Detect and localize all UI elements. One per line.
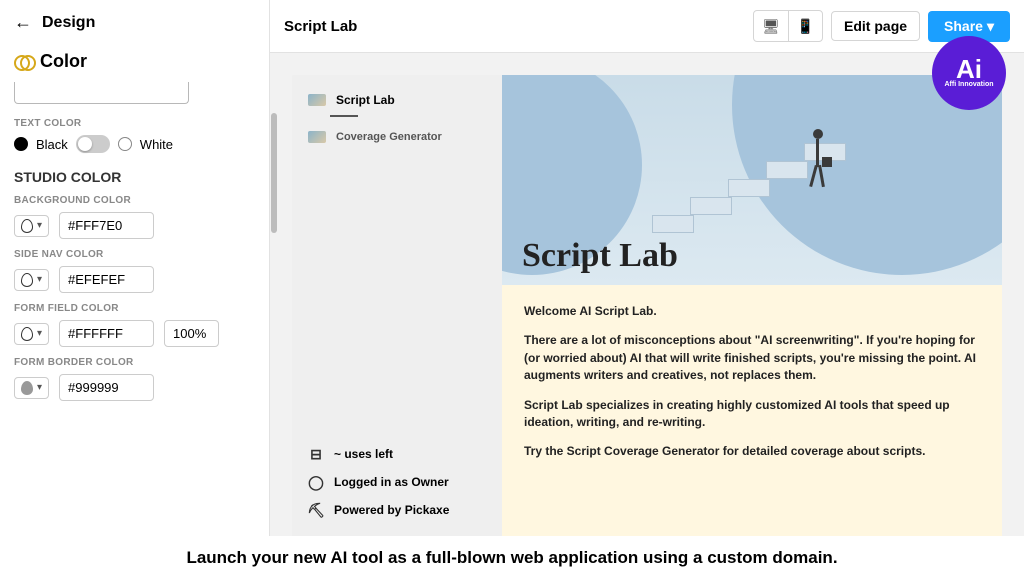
bg-hex-input[interactable] [59, 212, 154, 239]
preview-content: Script Lab Welcome AI Script Lab. There … [502, 75, 1002, 536]
meter-icon: ⊟ [308, 446, 324, 462]
sidenav-color-picker[interactable]: ▾ [14, 269, 49, 291]
intro-p2: There are a lot of misconceptions about … [524, 332, 980, 384]
intro-p4: Try the Script Coverage Generator for de… [524, 443, 980, 460]
color-rings-icon [14, 52, 34, 72]
sidenav-hex-input[interactable] [59, 266, 154, 293]
chevron-down-icon: ▾ [37, 382, 42, 393]
bg-color-picker[interactable]: ▾ [14, 215, 49, 237]
nav-item-label: Coverage Generator [336, 131, 442, 143]
formfield-opacity-input[interactable] [164, 320, 219, 347]
marketing-caption: Launch your new AI tool as a full-blown … [0, 548, 1024, 568]
edit-page-button[interactable]: Edit page [831, 11, 920, 41]
nav-item-label: Script Lab [336, 93, 395, 107]
nav-underline [330, 115, 358, 117]
drop-icon [21, 219, 33, 233]
preview-side-nav: Script Lab Coverage Generator ⊟ ~ uses le… [292, 75, 502, 536]
design-panel: ← Design Color TEXT COLOR Black White ST… [0, 0, 270, 536]
chevron-down-icon: ▾ [37, 220, 42, 231]
nav-icon [308, 131, 326, 143]
site-preview: Script Lab Coverage Generator ⊟ ~ uses le… [292, 75, 1002, 536]
chevron-down-icon: ▾ [37, 328, 42, 339]
logged-in-label: Logged in as Owner [334, 475, 449, 489]
design-title: Design [42, 14, 95, 32]
nav-icon [308, 94, 326, 106]
formfield-hex-input[interactable] [59, 320, 154, 347]
intro-p3: Script Lab specializes in creating highl… [524, 397, 980, 432]
nav-item-scriptlab[interactable]: Script Lab [308, 93, 486, 107]
formborder-color-label: FORM BORDER COLOR [14, 357, 255, 368]
studio-color-heading: STUDIO COLOR [14, 169, 255, 185]
powered-by: ⛏ Powered by Pickaxe [308, 502, 486, 518]
badge-big-text: Ai [956, 58, 982, 81]
device-toggle: 🖥 📱 [753, 10, 823, 42]
white-dot-icon [118, 137, 132, 151]
powered-label: Powered by Pickaxe [334, 503, 449, 517]
user-icon: ◯ [308, 474, 324, 490]
white-label: White [140, 137, 173, 152]
formborder-color-picker[interactable]: ▾ [14, 377, 49, 399]
hero-title: Script Lab [522, 237, 678, 275]
drop-icon [21, 381, 33, 395]
share-label: Share [944, 18, 983, 34]
text-color-label: TEXT COLOR [14, 118, 255, 129]
main-area: Script Lab 🖥 📱 Edit page Share▾ Ai Affi … [270, 0, 1024, 536]
page-title: Script Lab [284, 18, 357, 35]
formborder-hex-input[interactable] [59, 374, 154, 401]
chevron-down-icon: ▾ [987, 18, 994, 35]
bg-color-label: BACKGROUND COLOR [14, 195, 255, 206]
intro-p1: Welcome AI Script Lab. [524, 303, 980, 320]
sidenav-color-label: SIDE NAV COLOR [14, 249, 255, 260]
nav-item-coverage[interactable]: Coverage Generator [308, 131, 486, 143]
ai-badge: Ai Affi Innovation [932, 36, 1006, 110]
color-heading: Color [40, 51, 87, 72]
uses-left-label: ~ uses left [334, 447, 393, 461]
formfield-color-label: FORM FIELD COLOR [14, 303, 255, 314]
swatch-preview[interactable] [14, 82, 189, 104]
back-arrow-icon[interactable]: ← [14, 12, 32, 33]
hero-image: Script Lab [502, 75, 1002, 285]
text-color-toggle[interactable] [76, 135, 110, 153]
black-label: Black [36, 137, 68, 152]
badge-small-text: Affi Innovation [945, 81, 994, 88]
pickaxe-icon: ⛏ [308, 502, 324, 518]
logged-in-as: ◯ Logged in as Owner [308, 474, 486, 490]
mobile-icon[interactable]: 📱 [788, 11, 822, 41]
drop-icon [21, 273, 33, 287]
formfield-color-picker[interactable]: ▾ [14, 323, 49, 345]
desktop-icon[interactable]: 🖥 [754, 11, 788, 41]
preview-scrollbar[interactable] [270, 53, 278, 536]
black-dot-icon [14, 137, 28, 151]
uses-left: ⊟ ~ uses left [308, 446, 486, 462]
drop-icon [21, 327, 33, 341]
chevron-down-icon: ▾ [37, 274, 42, 285]
top-bar: Script Lab 🖥 📱 Edit page Share▾ [270, 0, 1024, 53]
